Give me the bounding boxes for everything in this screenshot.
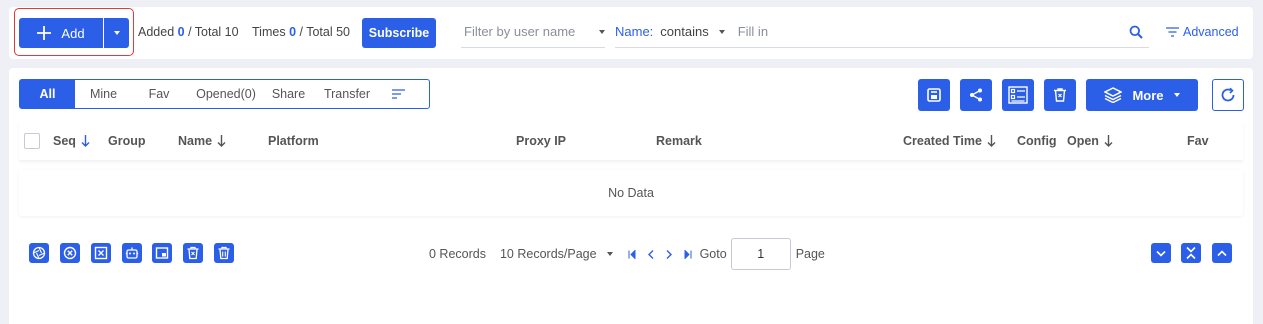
- name-operator-select[interactable]: contains: [660, 24, 725, 39]
- name-filter-label: Name:: [615, 24, 654, 39]
- pagination: 0 Records 10 Records/Page Goto 1 Page: [429, 238, 825, 270]
- page-nav: [628, 249, 692, 259]
- page-label: Page: [795, 247, 825, 261]
- subscribe-button[interactable]: Subscribe: [362, 18, 436, 48]
- save-icon[interactable]: [918, 79, 950, 111]
- goto-label: Goto: [699, 247, 727, 261]
- view-tabs: All Mine Fav Opened(0) Share Transfer: [19, 79, 430, 109]
- trash-icon[interactable]: [1044, 79, 1076, 111]
- column-remark: Remark: [656, 134, 702, 148]
- aperture-icon[interactable]: [29, 243, 49, 263]
- top-toolbar: Add Added 0 / Total 10 Times 0 / Total 5…: [9, 7, 1253, 59]
- column-name[interactable]: Name: [178, 134, 226, 148]
- times-stat: Times 0 / Total 50: [252, 25, 351, 39]
- sort-arrow-icon: [217, 135, 226, 147]
- chevron-down-icon[interactable]: [1151, 243, 1171, 263]
- search-icon[interactable]: [1129, 25, 1143, 39]
- chevron-up-icon[interactable]: [1212, 243, 1232, 263]
- goto-page-input[interactable]: 1: [730, 238, 791, 270]
- filter-user-placeholder: Filter by user name: [464, 24, 576, 39]
- chevron-down-icon: [599, 29, 605, 34]
- sort-arrow-icon: [987, 135, 996, 147]
- prev-page-icon[interactable]: [647, 249, 654, 259]
- last-page-icon[interactable]: [684, 249, 692, 259]
- sort-arrow-icon: [1104, 135, 1113, 147]
- plus-icon: [37, 26, 52, 40]
- name-filter: Name: contains Fill in: [615, 16, 1149, 48]
- empty-state: No Data: [19, 170, 1243, 216]
- add-button-label: Add: [61, 25, 85, 41]
- column-fav: Fav: [1187, 134, 1209, 148]
- column-seq[interactable]: Seq: [53, 134, 90, 148]
- add-dropdown-button[interactable]: [104, 18, 129, 48]
- records-count: 0 Records: [429, 247, 486, 261]
- chevron-down-icon: [1173, 93, 1180, 97]
- robot-icon[interactable]: [122, 243, 142, 263]
- main-panel: All Mine Fav Opened(0) Share Transfer Mo…: [9, 68, 1253, 324]
- select-all-checkbox[interactable]: [24, 133, 40, 149]
- next-page-icon[interactable]: [666, 249, 672, 259]
- close-square-icon[interactable]: [91, 243, 111, 263]
- chevron-down-icon: [606, 252, 613, 256]
- column-created-time[interactable]: Created Time: [903, 134, 996, 148]
- close-circle-icon[interactable]: [60, 243, 80, 263]
- column-open[interactable]: Open: [1067, 134, 1113, 148]
- first-page-icon[interactable]: [628, 249, 636, 259]
- column-group: Group: [108, 134, 146, 148]
- add-button[interactable]: Add: [19, 18, 103, 48]
- filter-user-select[interactable]: Filter by user name: [461, 16, 605, 48]
- tab-transfer[interactable]: Transfer: [311, 80, 383, 108]
- tab-all[interactable]: All: [20, 80, 75, 108]
- sort-arrow-icon: [81, 135, 90, 147]
- list-view-icon[interactable]: [1002, 79, 1034, 111]
- advanced-filter-link[interactable]: Advanced: [1166, 25, 1239, 39]
- tab-share[interactable]: Share: [266, 80, 311, 108]
- add-button-group: Add: [19, 18, 129, 48]
- sort-lines-icon[interactable]: [383, 80, 413, 108]
- column-proxy-ip: Proxy IP: [516, 134, 567, 148]
- page-size-select[interactable]: 10 Records/Page: [500, 247, 613, 261]
- more-button-label: More: [1132, 87, 1164, 103]
- chevron-down-icon: [718, 29, 725, 34]
- refresh-button[interactable]: [1212, 79, 1244, 111]
- tab-fav[interactable]: Fav: [132, 80, 186, 108]
- chevron-down-icon: [113, 31, 120, 35]
- column-config: Config: [1017, 134, 1057, 148]
- layers-icon: [1104, 87, 1123, 103]
- tab-opened[interactable]: Opened(0): [186, 80, 266, 108]
- name-filter-input[interactable]: Fill in: [738, 24, 1129, 39]
- delete-icon[interactable]: [183, 243, 203, 263]
- tab-mine[interactable]: Mine: [75, 80, 132, 108]
- filter-lines-icon: [1166, 27, 1179, 37]
- added-stat: Added 0 / Total 10: [138, 25, 239, 39]
- share-icon[interactable]: [960, 79, 992, 111]
- collapse-icon[interactable]: [1181, 243, 1201, 263]
- more-button[interactable]: More: [1086, 79, 1198, 111]
- window-icon[interactable]: [152, 243, 172, 263]
- trash-icon[interactable]: [214, 243, 234, 263]
- refresh-icon: [1220, 87, 1236, 103]
- table-header: Seq Group Name Platform Proxy IP Remark …: [19, 122, 1243, 160]
- column-platform: Platform: [268, 134, 319, 148]
